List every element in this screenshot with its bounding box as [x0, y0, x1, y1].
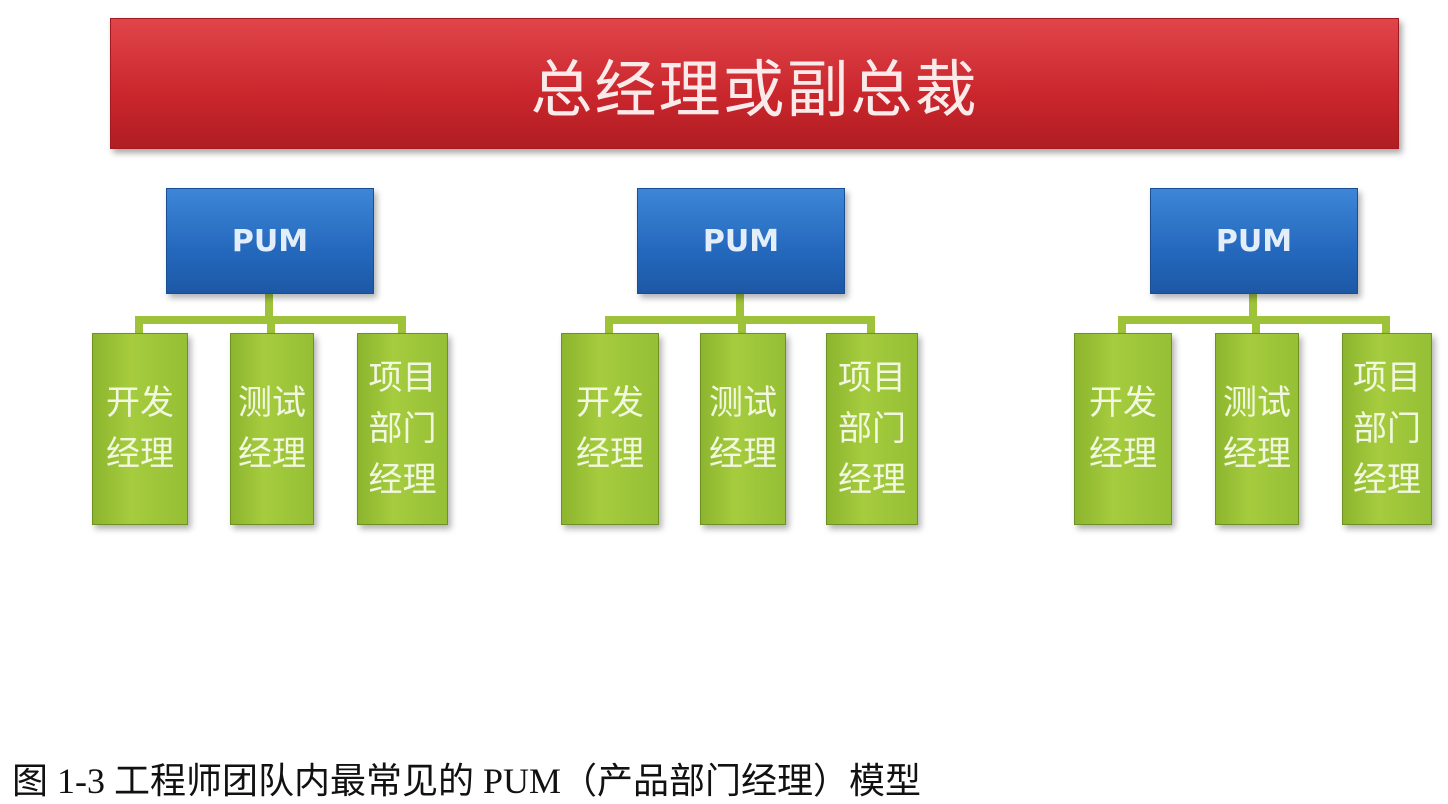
test-manager-label: 测试经理 [708, 383, 777, 474]
project-dept-manager-label: 项目部门经理 [1352, 357, 1421, 500]
pum-box: PUM [166, 188, 374, 294]
general-manager-label: 总经理或副总裁 [530, 52, 979, 126]
pum-label: PUM [231, 223, 309, 259]
test-manager-label: 测试经理 [237, 383, 306, 474]
dev-manager-label: 开发经理 [1088, 383, 1157, 474]
pum-label: PUM [1215, 223, 1293, 259]
project-dept-manager-box: 项目部门经理 [357, 333, 448, 525]
project-dept-manager-label: 项目部门经理 [837, 357, 906, 500]
dev-manager-box: 开发经理 [1074, 333, 1172, 525]
project-dept-manager-box: 项目部门经理 [1342, 333, 1432, 525]
project-dept-manager-box: 项目部门经理 [826, 333, 918, 525]
test-manager-box: 测试经理 [230, 333, 314, 525]
pum-box: PUM [637, 188, 845, 294]
pum-box: PUM [1150, 188, 1358, 294]
general-manager-box: 总经理或副总裁 [110, 18, 1399, 149]
dev-manager-box: 开发经理 [561, 333, 659, 525]
test-manager-box: 测试经理 [1215, 333, 1299, 525]
pum-label: PUM [702, 223, 780, 259]
figure-caption: 图 1-3 工程师团队内最常见的 PUM（产品部门经理）模型 [12, 761, 922, 801]
dev-manager-box: 开发经理 [92, 333, 188, 525]
dev-manager-label: 开发经理 [105, 383, 174, 474]
dev-manager-label: 开发经理 [575, 383, 644, 474]
test-manager-box: 测试经理 [700, 333, 786, 525]
project-dept-manager-label: 项目部门经理 [368, 357, 437, 500]
test-manager-label: 测试经理 [1222, 383, 1291, 474]
